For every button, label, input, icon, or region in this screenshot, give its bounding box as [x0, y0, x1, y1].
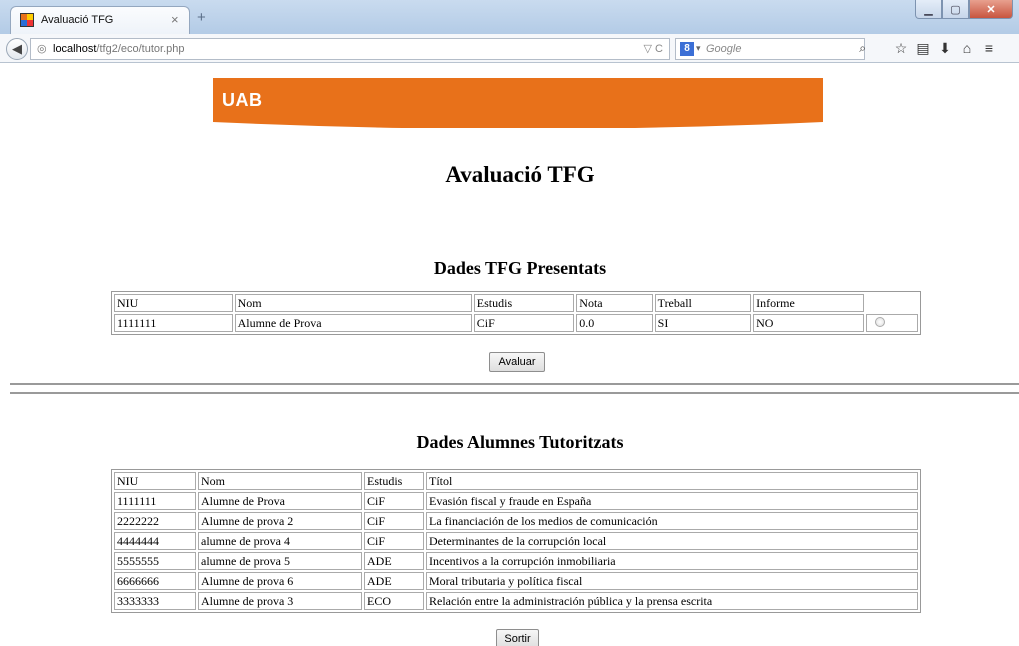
header-cell: Informe — [753, 294, 864, 312]
url-path: /tfg2/eco/tutor.php — [96, 43, 185, 55]
tab-title: Avaluació TFG — [41, 14, 114, 26]
table-cell: Alumne de Prova — [234, 314, 472, 332]
empty-header-cell — [866, 294, 918, 312]
select-cell — [865, 314, 918, 332]
table-cell: Alumne de Prova — [198, 492, 362, 510]
maximize-button[interactable]: ▢ — [942, 0, 969, 19]
table-row: 5555555 alumne de prova 5 ADE Incentivos… — [114, 552, 918, 570]
table-row: 3333333 Alumne de prova 3 ECO Relación e… — [114, 592, 918, 610]
table-cell: Determinantes de la corrupción local — [426, 532, 918, 550]
header-cell: Estudis — [473, 294, 575, 312]
close-window-button[interactable]: ✕ — [969, 0, 1013, 19]
page-title: Avaluació TFG — [445, 162, 595, 187]
sortir-button[interactable]: Sortir — [496, 629, 539, 646]
home-icon[interactable]: ⌂ — [956, 40, 978, 57]
search-engine-icon[interactable]: 8 — [680, 42, 694, 56]
navigation-toolbar: ◀ ◎ localhost/tfg2/eco/tutor.php ▽ C 8 ▾… — [0, 34, 1019, 63]
search-placeholder: Google — [706, 43, 742, 55]
address-bar[interactable]: ◎ localhost/tfg2/eco/tutor.php ▽ C — [30, 38, 670, 60]
table-cell: Alumne de prova 6 — [198, 572, 362, 590]
header-cell: NIU — [114, 472, 196, 490]
table-cell: 1111111 — [114, 314, 233, 332]
url-text[interactable]: localhost/tfg2/eco/tutor.php — [53, 43, 185, 55]
browser-titlebar: Avaluació TFG × + ▁ ▢ ✕ — [0, 0, 1019, 34]
window-controls: ▁ ▢ ✕ — [915, 0, 1013, 20]
table-cell: 6666666 — [114, 572, 196, 590]
table-cell: Evasión fiscal y fraude en España — [426, 492, 918, 510]
divider — [10, 392, 1019, 394]
tutored-table: NIU Nom Estudis Títol 1111111 Alumne de … — [111, 469, 921, 613]
presented-section-title: Dades TFG Presentats — [433, 258, 607, 278]
table-row: 6666666 Alumne de prova 6 ADE Moral trib… — [114, 572, 918, 590]
menu-icon[interactable]: ≡ — [978, 40, 1000, 57]
table-cell: alumne de prova 4 — [198, 532, 362, 550]
table-row: 2222222 Alumne de prova 2 CiF La financi… — [114, 512, 918, 530]
reload-icon[interactable]: ▽ C — [644, 42, 663, 55]
table-cell: Alumne de prova 2 — [198, 512, 362, 530]
reading-list-icon[interactable]: ▤ — [912, 40, 934, 57]
table-cell: CiF — [364, 512, 424, 530]
minimize-button[interactable]: ▁ — [915, 0, 942, 19]
header-cell: Nom — [234, 294, 472, 312]
url-host: localhost — [53, 43, 97, 55]
table-cell: La financiación de los medios de comunic… — [426, 512, 918, 530]
search-bar[interactable]: 8 ▾ Google ⌕ — [675, 38, 866, 60]
table-cell: CiF — [364, 492, 424, 510]
header-cell: Títol — [426, 472, 918, 490]
browser-tab[interactable]: Avaluació TFG × — [10, 6, 190, 34]
tab-close-icon[interactable]: × — [171, 12, 179, 27]
table-cell: SI — [654, 314, 752, 332]
back-arrow-icon[interactable]: ◀ — [6, 38, 28, 60]
download-icon[interactable]: ⬇ — [934, 40, 956, 57]
select-radio[interactable] — [874, 316, 885, 327]
table-cell: ECO — [364, 592, 424, 610]
avaluar-button[interactable]: Avaluar — [489, 352, 545, 372]
table-row: 1111111 Alumne de Prova CiF Evasión fisc… — [114, 492, 918, 510]
header-cell: Estudis — [364, 472, 424, 490]
tutored-section-title: Dades Alumnes Tutoritzats — [416, 432, 624, 452]
header-cell: NIU — [114, 294, 233, 312]
table-cell: 0.0 — [576, 314, 653, 332]
globe-icon: ◎ — [37, 43, 47, 55]
header-cell: Nota — [576, 294, 653, 312]
table-cell: Incentivos a la corrupción inmobiliaria — [426, 552, 918, 570]
divider — [10, 383, 1019, 385]
table-row: 4444444 alumne de prova 4 CiF Determinan… — [114, 532, 918, 550]
table-cell: 2222222 — [114, 512, 196, 530]
table-cell: CiF — [364, 532, 424, 550]
search-engine-dropdown-icon[interactable]: ▾ — [696, 43, 701, 54]
table-cell: Alumne de prova 3 — [198, 592, 362, 610]
table-header-row: NIU Nom Estudis Nota Treball Informe — [114, 294, 918, 312]
toolbar-icons: ☆ ▤ ⬇ ⌂ ≡ — [890, 40, 1000, 57]
bookmark-star-icon[interactable]: ☆ — [890, 40, 912, 57]
header-cell: Treball — [654, 294, 752, 312]
table-cell: Relación entre la administración pública… — [426, 592, 918, 610]
table-cell: 4444444 — [114, 532, 196, 550]
table-row: 1111111 Alumne de Prova CiF 0.0 SI NO — [114, 314, 918, 332]
favicon-icon — [20, 13, 34, 27]
uab-banner — [213, 78, 823, 128]
table-cell: ADE — [364, 572, 424, 590]
table-cell: 1111111 — [114, 492, 196, 510]
table-cell: 5555555 — [114, 552, 196, 570]
table-cell: NO — [753, 314, 864, 332]
search-icon[interactable]: ⌕ — [859, 41, 866, 56]
table-cell: CiF — [473, 314, 575, 332]
header-cell: Nom — [198, 472, 362, 490]
new-tab-button[interactable]: + — [197, 9, 206, 26]
uab-logo: UAB — [222, 90, 263, 110]
table-cell: 3333333 — [114, 592, 196, 610]
table-cell: Moral tributaria y política fiscal — [426, 572, 918, 590]
table-cell: alumne de prova 5 — [198, 552, 362, 570]
table-header-row: NIU Nom Estudis Títol — [114, 472, 918, 490]
table-cell: ADE — [364, 552, 424, 570]
presented-table: NIU Nom Estudis Nota Treball Informe 111… — [111, 291, 921, 335]
